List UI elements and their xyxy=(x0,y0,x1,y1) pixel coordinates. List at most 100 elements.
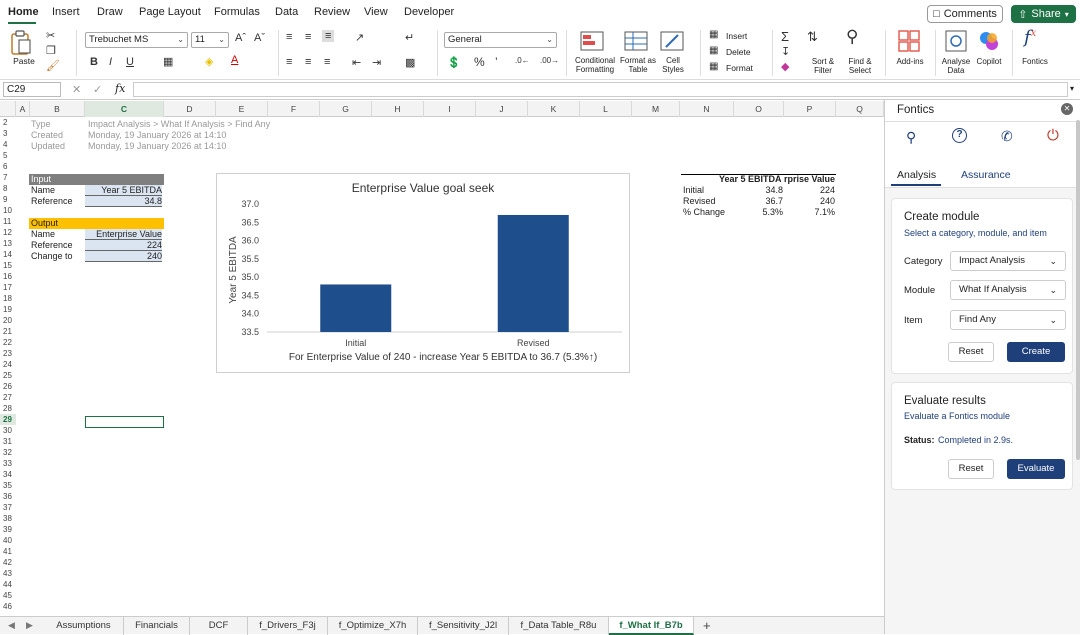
row-header[interactable]: 31 xyxy=(0,436,16,447)
format-painter-icon[interactable]: 🖌 xyxy=(46,59,60,72)
row-header[interactable]: 3 xyxy=(0,128,16,139)
align-center-icon[interactable]: ≡ xyxy=(305,56,311,68)
insert-cells-icon[interactable]: ▦ xyxy=(709,29,718,40)
row-header[interactable]: 29 xyxy=(0,414,16,425)
row-header[interactable]: 7 xyxy=(0,172,16,183)
tab-page-layout[interactable]: Page Layout xyxy=(139,6,201,18)
row-header[interactable]: 17 xyxy=(0,282,16,293)
align-right-icon[interactable]: ≡ xyxy=(324,56,330,68)
name-box[interactable]: C29 xyxy=(3,82,61,97)
row-header[interactable]: 28 xyxy=(0,403,16,414)
row-header[interactable]: 8 xyxy=(0,183,16,194)
orientation-icon[interactable]: ↗ xyxy=(355,31,364,44)
underline-icon[interactable]: U xyxy=(126,56,134,68)
col-header-n[interactable]: N xyxy=(680,101,734,117)
next-sheet-icon[interactable]: ▶ xyxy=(26,620,33,631)
row-header[interactable]: 11 xyxy=(0,216,16,227)
share-button[interactable]: ⇧ Share ▾ xyxy=(1011,5,1076,23)
tab-data[interactable]: Data xyxy=(275,6,298,18)
bar-revised[interactable] xyxy=(497,214,569,332)
chevron-down-icon[interactable]: ▾ xyxy=(1070,84,1074,93)
col-header-d[interactable]: D xyxy=(164,101,216,117)
add-ins-icon[interactable] xyxy=(898,30,920,52)
paste-icon[interactable] xyxy=(10,30,32,56)
row-header[interactable]: 34 xyxy=(0,469,16,480)
row-header[interactable]: 20 xyxy=(0,315,16,326)
module-select[interactable]: What If Analysis ⌄ xyxy=(950,280,1066,300)
row-header[interactable]: 13 xyxy=(0,238,16,249)
row-header[interactable]: 45 xyxy=(0,590,16,601)
row-header[interactable]: 36 xyxy=(0,491,16,502)
fill-color-icon[interactable]: ◈ xyxy=(205,55,213,68)
increase-decimal-icon[interactable]: .0← xyxy=(515,56,530,65)
row-header[interactable]: 40 xyxy=(0,535,16,546)
increase-indent-icon[interactable]: ⇥ xyxy=(372,56,381,69)
tab-formulas[interactable]: Formulas xyxy=(214,6,260,18)
align-top-icon[interactable]: ≡ xyxy=(286,31,292,43)
italic-icon[interactable]: I xyxy=(109,56,112,68)
create-button[interactable]: Create xyxy=(1007,342,1065,362)
row-header[interactable]: 33 xyxy=(0,458,16,469)
row-header[interactable]: 26 xyxy=(0,381,16,392)
col-header-q[interactable]: Q xyxy=(836,101,884,117)
row-header[interactable]: 38 xyxy=(0,513,16,524)
sheet-tab-optimize[interactable]: f_Optimize_X7h xyxy=(328,617,418,635)
fontics-logo-icon[interactable]: fx xyxy=(1024,27,1036,48)
sheet-tab-sensitivity[interactable]: f_Sensitivity_J2l xyxy=(418,617,509,635)
row-header[interactable]: 10 xyxy=(0,205,16,216)
row-header[interactable]: 18 xyxy=(0,293,16,304)
worksheet-grid[interactable]: A B C D E F G H I J K L M N O P Q 234567… xyxy=(0,101,884,616)
row-header[interactable]: 43 xyxy=(0,568,16,579)
selected-cell[interactable] xyxy=(85,416,164,428)
output-change-value[interactable]: 240 xyxy=(85,251,162,262)
confirm-icon[interactable]: ✓ xyxy=(93,83,102,96)
font-size-select[interactable]: 11 ⌄ xyxy=(191,32,229,48)
row-header[interactable]: 32 xyxy=(0,447,16,458)
row-header[interactable]: 44 xyxy=(0,579,16,590)
sheet-tab-what-if[interactable]: f_What If_B7b xyxy=(609,617,694,635)
col-header-a[interactable]: A xyxy=(16,101,30,117)
borders-icon[interactable]: ▦ xyxy=(163,55,173,68)
bar-initial[interactable] xyxy=(320,284,392,332)
clear-icon[interactable]: ◆ xyxy=(781,60,789,73)
tab-developer[interactable]: Developer xyxy=(404,6,454,18)
goal-seek-chart[interactable]: Enterprise Value goal seek Year 5 EBITDA… xyxy=(216,173,630,373)
align-bottom-icon[interactable]: ≡ xyxy=(322,30,335,42)
row-header[interactable]: 6 xyxy=(0,161,16,172)
insert-cells-label[interactable]: Insert xyxy=(726,31,747,41)
row-header[interactable]: 46 xyxy=(0,601,16,612)
row-header[interactable]: 35 xyxy=(0,480,16,491)
formula-input[interactable] xyxy=(133,82,1068,97)
analyse-data-icon[interactable] xyxy=(945,30,967,52)
prev-sheet-icon[interactable]: ◀ xyxy=(8,620,15,631)
user-settings-icon[interactable]: ⚲ xyxy=(906,129,916,146)
wrap-text-icon[interactable]: ↵ xyxy=(405,31,414,44)
col-header-p[interactable]: P xyxy=(784,101,836,117)
add-sheet-icon[interactable]: + xyxy=(703,618,711,633)
col-header-c[interactable]: C xyxy=(85,101,164,117)
row-header[interactable]: 24 xyxy=(0,359,16,370)
align-middle-icon[interactable]: ≡ xyxy=(305,31,311,43)
row-header[interactable]: 14 xyxy=(0,249,16,260)
col-header-k[interactable]: K xyxy=(528,101,580,117)
comments-button[interactable]: □ Comments xyxy=(927,5,1003,23)
row-header[interactable]: 21 xyxy=(0,326,16,337)
delete-cells-icon[interactable]: ▦ xyxy=(709,45,718,56)
tab-assurance[interactable]: Assurance xyxy=(961,169,1011,181)
row-header[interactable]: 41 xyxy=(0,546,16,557)
format-cells-label[interactable]: Format xyxy=(726,63,753,73)
row-header[interactable]: 27 xyxy=(0,392,16,403)
sheet-tab-financials[interactable]: Financials xyxy=(124,617,190,635)
function-icon[interactable]: fx xyxy=(115,82,125,95)
row-header[interactable]: 16 xyxy=(0,271,16,282)
cell-styles-icon[interactable] xyxy=(660,31,684,51)
row-header[interactable]: 22 xyxy=(0,337,16,348)
category-select[interactable]: Impact Analysis ⌄ xyxy=(950,251,1066,271)
output-reference-value[interactable]: 224 xyxy=(85,240,162,251)
format-cells-icon[interactable]: ▦ xyxy=(709,61,718,72)
percent-icon[interactable]: % xyxy=(474,55,485,69)
merge-center-icon[interactable]: ▩ xyxy=(405,56,415,69)
autosum-icon[interactable]: Σ xyxy=(781,29,789,44)
increase-font-icon[interactable]: Aˆ xyxy=(235,32,246,44)
close-icon[interactable]: ✕ xyxy=(1061,103,1073,115)
